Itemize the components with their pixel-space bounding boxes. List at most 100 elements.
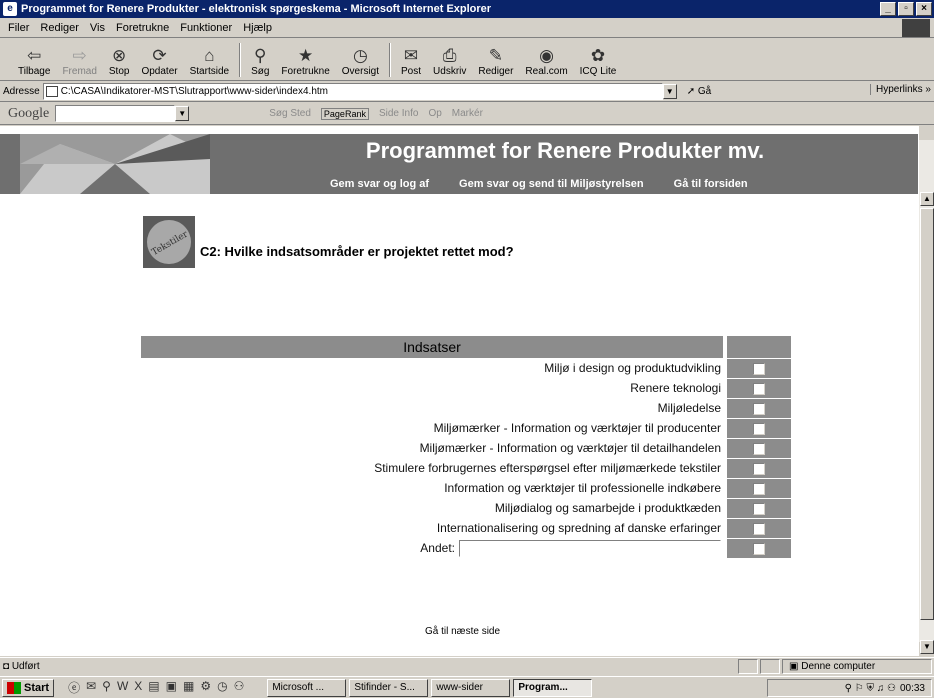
pagerank-indicator[interactable]: PageRank [320,107,369,120]
status-text: ◘ Udført [3,661,40,672]
google-toolbar: Google ▼ Søg Sted PageRank Side Info Op … [0,103,934,125]
google-search-site[interactable]: Søg Sted [269,108,311,119]
startside-button[interactable]: ⌂ Startside [184,40,235,80]
outlook-quicklaunch-icon[interactable]: ✉ [86,679,96,696]
opdater-button[interactable]: ⟳ Opdater [135,40,183,80]
effort-checkbox[interactable] [753,402,765,415]
other-input[interactable] [459,540,721,557]
efforts-table: Indsatser Miljø i design og produktudvik… [141,336,791,558]
minimize-button[interactable]: _ [880,2,896,16]
menu-favorites[interactable]: Foretrukne [116,22,169,34]
table-row-other: Andet: [141,538,791,558]
word-quicklaunch-icon[interactable]: W [117,679,128,696]
clock-quicklaunch-icon[interactable]: ◷ [217,679,227,696]
task-word[interactable]: Microsoft ... [267,678,347,697]
tilbage-button[interactable]: ⇦ Tilbage [12,40,56,80]
start-label: Start [24,681,50,694]
page-content: Programmet for Renere Produkter mv. Gem … [0,126,918,656]
table-row: Miljø i design og produktudvikling [141,358,791,378]
settings-quicklaunch-icon[interactable]: ⚙ [200,679,211,696]
effort-checkbox[interactable] [753,422,765,435]
toolbar-label: Søg [251,66,270,77]
post-button[interactable]: ✉ Post [395,40,427,80]
effort-label: Miljø i design og produktudvikling [544,361,721,375]
rediger-button[interactable]: ✎ Rediger [472,40,519,80]
task-folder[interactable]: www-sider [431,678,511,697]
windows-taskbar: Start ⓔ ✉ ⚲ W X ▤ ▣ ▦ ⚙ ◷ ⚇ Microsoft ..… [0,676,934,698]
søg-button[interactable]: ⚲ Søg [245,40,275,80]
udskriv-button[interactable]: ⎙ Udskriv [427,40,472,80]
effort-checkbox[interactable] [753,462,765,475]
close-button[interactable]: × [916,2,932,16]
excel-quicklaunch-icon[interactable]: X [134,679,142,696]
address-dropdown-button[interactable]: ▼ [662,84,677,99]
home-link[interactable]: Gå til forsiden [674,178,748,190]
foretrukne-button[interactable]: ★ Foretrukne [275,40,335,80]
google-logo[interactable]: Google [8,106,49,122]
effort-checkbox[interactable] [753,522,765,535]
save-and-send-link[interactable]: Gem svar og send til Miljøstyrelsen [459,178,644,190]
maximize-button[interactable]: ▫ [898,2,914,16]
other-checkbox[interactable] [753,542,765,555]
window-title: Programmet for Renere Produkter - elektr… [21,3,492,15]
effort-label: Information og værktøjer til professione… [444,481,721,495]
toolbar-label: Foretrukne [281,66,330,77]
google-up[interactable]: Op [428,108,441,119]
effort-checkbox[interactable] [753,502,765,515]
quick-launch: ⓔ ✉ ⚲ W X ▤ ▣ ▦ ⚙ ◷ ⚇ [68,679,244,696]
search-icon: ⚲ [254,46,267,65]
effort-checkbox[interactable] [753,382,765,395]
effort-label: Internationalisering og spredning af dan… [436,521,721,535]
effort-label: Renere teknologi [630,381,721,395]
effort-checkbox[interactable] [753,362,765,375]
system-tray: ⚲ ⚐ ⛨ ♫ ⚇ 00:33 [767,679,932,697]
media-quicklaunch-icon[interactable]: ▣ [166,679,177,696]
task-explorer[interactable]: Stifinder - S... [349,678,429,697]
toolbar-separator [239,43,242,77]
vertical-scrollbar[interactable]: ▲ ▼ [918,126,934,656]
google-dropdown-button[interactable]: ▼ [175,106,190,121]
toolbar-label: Tilbage [18,66,51,77]
google-page-info[interactable]: Side Info [379,108,418,119]
links-label: Hyperlinks [875,84,923,95]
standard-toolbar: ⇦ Tilbage ⇨ Fremad ⊗ Stop ⟳ Opdater ⌂ Startside ⚲ S… [0,39,934,81]
google-search-input[interactable] [55,105,176,122]
textiles-icon: Tekstiler [143,216,195,268]
scrollbar-thumb[interactable] [920,208,934,620]
mail-icon: ✉ [403,46,419,65]
links-button[interactable]: Hyperlinks » [869,84,931,95]
stop-button[interactable]: ⊗ Stop [103,40,136,80]
scroll-down-button[interactable]: ▼ [920,640,934,654]
menu-file[interactable]: Filer [8,22,29,34]
menu-view[interactable]: Vis [90,22,105,34]
home-icon: ⌂ [204,46,215,65]
effort-checkbox[interactable] [753,442,765,455]
search-quicklaunch-icon[interactable]: ⚲ [102,679,111,696]
address-url: C:\CASA\Indikatorer-MST\Slutrapport\www-… [60,86,328,97]
task-ie[interactable]: Program... [513,678,593,697]
toolbar-label: Rediger [478,66,514,77]
network-quicklaunch-icon[interactable]: ⚇ [234,679,245,696]
effort-checkbox[interactable] [753,482,765,495]
scroll-up-button[interactable]: ▲ [920,192,934,206]
back-icon: ⇦ [27,46,42,65]
start-button[interactable]: Start [2,678,55,697]
address-input[interactable]: C:\CASA\Indikatorer-MST\Slutrapport\www-… [42,83,663,100]
menu-help[interactable]: Hjælp [243,22,272,34]
tray-icons[interactable]: ⚲ ⚐ ⛨ ♫ ⚇ [845,683,896,694]
calc-quicklaunch-icon[interactable]: ▦ [183,679,194,696]
save-and-logout-link[interactable]: Gem svar og log af [330,178,429,190]
table-row: Stimulere forbrugernes efterspørgsel eft… [141,458,791,478]
go-button[interactable]: ➚ Gå [687,86,712,97]
fremad-button[interactable]: ⇨ Fremad [56,40,102,80]
menu-edit[interactable]: Rediger [40,22,79,34]
google-highlight[interactable]: Markér [452,108,483,119]
icq-lite-button[interactable]: ✿ ICQ Lite [574,40,623,80]
next-page-link[interactable]: Gå til næste side [425,626,500,637]
oversigt-button[interactable]: ◷ Oversigt [336,40,385,80]
ie-quicklaunch-icon[interactable]: ⓔ [68,679,80,696]
table-row: Information og værktøjer til professione… [141,478,791,498]
desktop-quicklaunch-icon[interactable]: ▤ [148,679,159,696]
real-com-button[interactable]: ◉ Real.com [519,40,573,80]
menu-tools[interactable]: Funktioner [180,22,232,34]
